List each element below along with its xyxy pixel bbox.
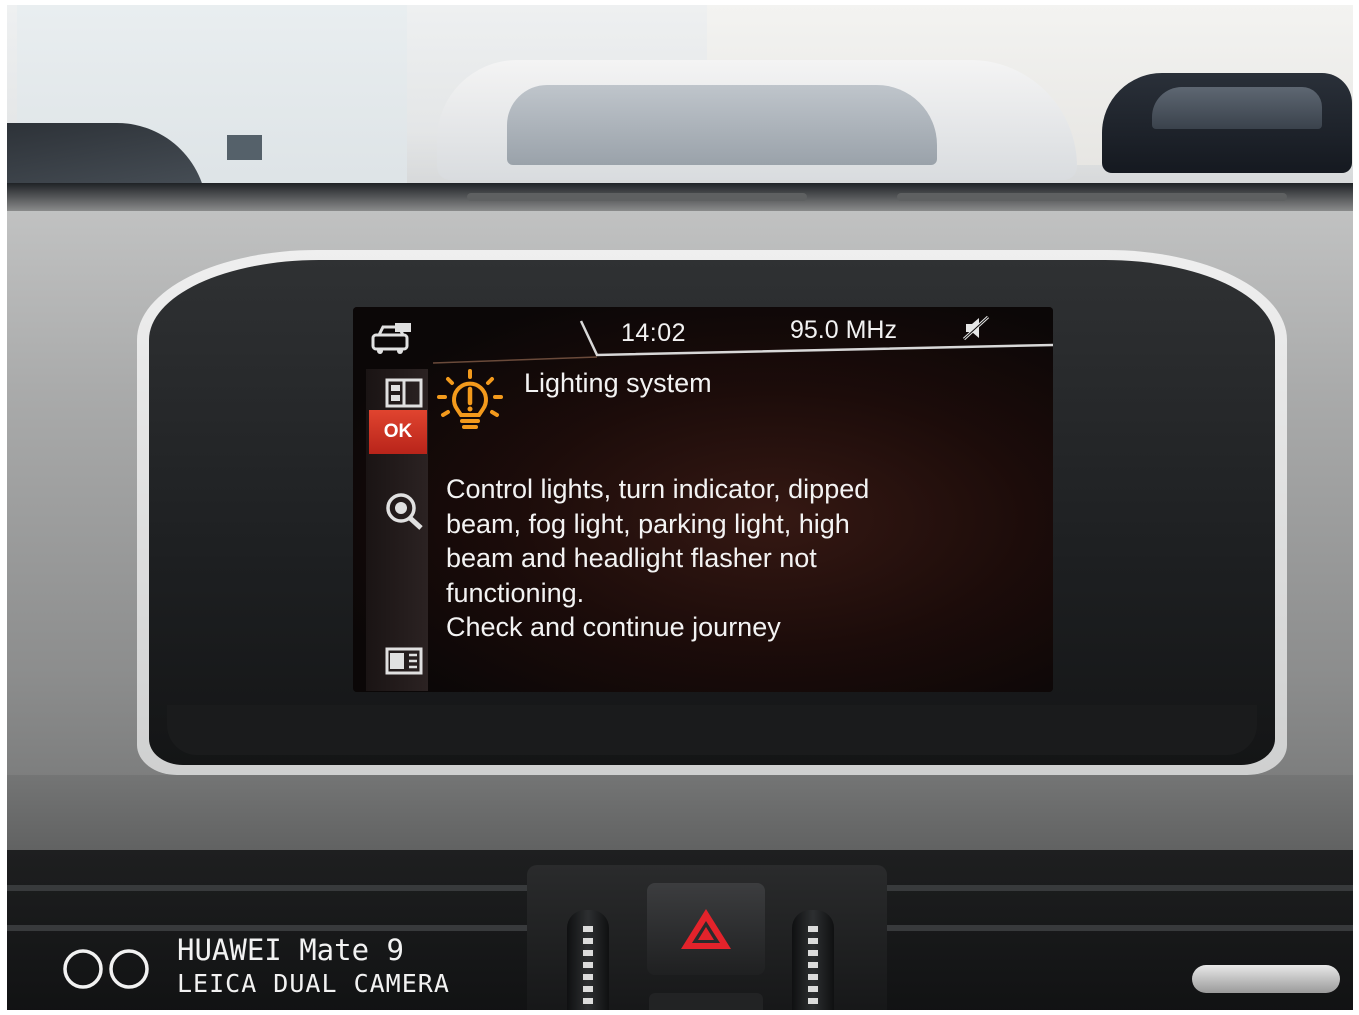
status-radio-frequency: 95.0 MHz [790,316,897,344]
car-window [1152,87,1322,129]
air-vent [7,885,527,891]
lighting-warning-icon [437,369,503,429]
car-status-icon[interactable] [369,321,415,357]
menu-toggle-icon[interactable] [381,645,427,677]
watermark-camera: LEICA DUAL CAMERA [177,969,450,998]
vent-wheel-left[interactable] [567,910,609,1010]
status-time: 14:02 [621,319,687,347]
parked-white-car [437,60,1077,180]
chrome-trim-handle [1192,965,1340,993]
left-side-menu: OK [366,369,428,691]
display-bezel-chin [167,705,1257,755]
vent-wheel-right[interactable] [792,910,834,1010]
lower-console-button[interactable] [649,993,763,1010]
mute-icon [962,315,990,341]
defrost-vent [467,193,807,201]
building-window [227,135,262,160]
camera-photo: 14:02 95.0 MHz OK Lighting system Contro… [7,5,1353,1010]
camera-brand-logo [63,949,149,989]
message-title: Lighting system [524,368,712,398]
watermark-device: HUAWEI Mate 9 [177,933,404,967]
wheel-grip [583,926,593,1010]
defrost-vent [897,193,1287,201]
infotainment-screen: 14:02 95.0 MHz OK Lighting system Contro… [353,307,1053,692]
ok-button[interactable]: OK [369,410,427,454]
vehicle-info-icon[interactable] [381,377,427,409]
car-window [507,85,937,165]
hazard-button[interactable] [647,883,765,975]
air-vent [7,925,527,931]
status-bar-divider [432,320,1053,364]
air-vent [887,925,1353,931]
hazard-triangle-icon [681,909,731,949]
wheel-grip [808,926,818,1010]
search-service-icon[interactable] [381,491,427,531]
message-body: Control lights, turn indicator, dipped b… [446,474,870,642]
parked-dark-car [1102,73,1352,173]
air-vent [887,885,1353,891]
